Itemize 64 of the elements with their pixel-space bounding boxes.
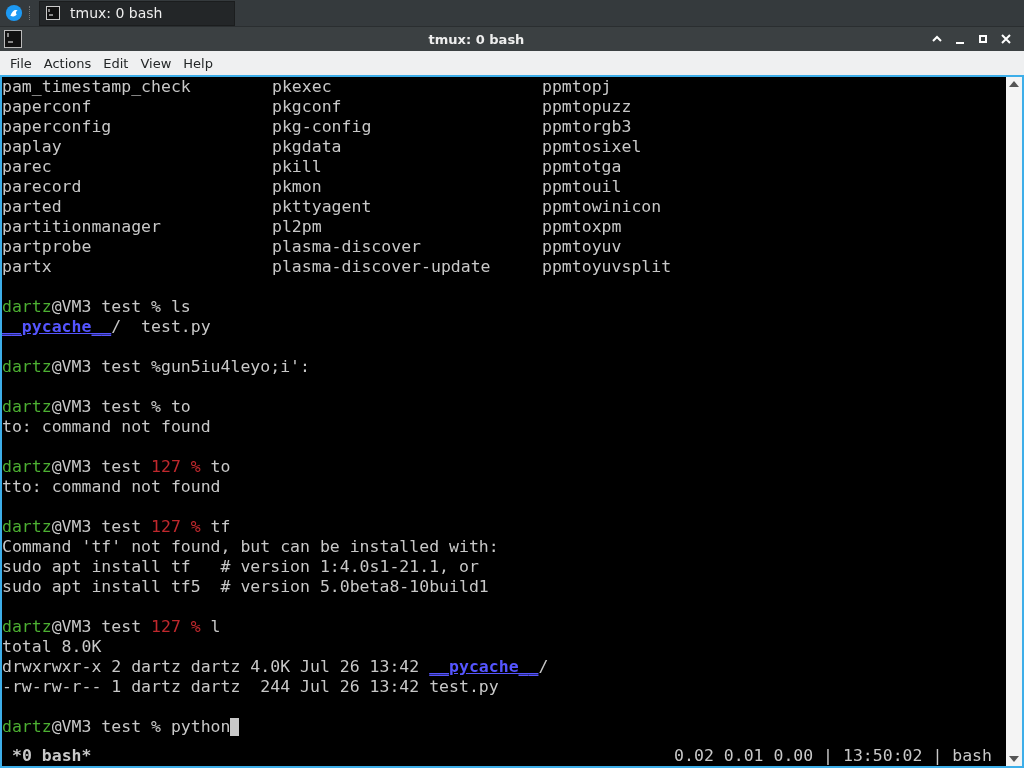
- menu-item[interactable]: View: [134, 55, 178, 71]
- listing-entry: ppmtowinicon: [542, 197, 663, 217]
- terminal-line: drwxrwxr-x 2 dartz dartz 4.0K Jul 26 13:42 __pycache__/: [2, 657, 549, 677]
- menu-item[interactable]: Actions: [37, 55, 98, 71]
- menu-item[interactable]: Help: [177, 55, 219, 71]
- terminal-line: tto: command not found: [2, 477, 221, 497]
- listing-entry: ppmtoxpm: [542, 217, 623, 237]
- listing-entry: paplay: [2, 137, 63, 157]
- listing-entry: paperconfig: [2, 117, 113, 137]
- terminal-line: total 8.0K: [2, 637, 102, 657]
- listing-entry: paperconf: [2, 97, 93, 117]
- listing-entry: ppmtoyuv: [542, 237, 623, 257]
- listing-entry: pkgconf: [272, 97, 343, 117]
- menu-item[interactable]: Edit: [97, 55, 135, 71]
- listing-entry: pkg-config: [272, 117, 373, 137]
- terminal-line: sudo apt install tf # version 1:4.0s1-21.1, or: [2, 557, 479, 577]
- listing-entry: pkill: [272, 157, 323, 177]
- listing-entry: plasma-discover: [272, 237, 422, 257]
- listing-entry: parted: [2, 197, 63, 217]
- terminal-icon: [46, 6, 60, 20]
- terminal-line: __pycache__/ test.py: [2, 317, 211, 337]
- listing-entry: partprobe: [2, 237, 93, 257]
- window-title: tmux: 0 bash: [427, 31, 526, 47]
- listing-entry: pl2pm: [272, 217, 323, 237]
- scrollbar[interactable]: [1006, 77, 1022, 766]
- listing-entry: partx: [2, 257, 53, 277]
- terminal-line: dartz@VM3 test 127 % to: [2, 457, 231, 477]
- terminal-line: dartz@VM3 test 127 % tf: [2, 517, 231, 537]
- launcher-icon[interactable]: [5, 4, 23, 22]
- scroll-up-icon[interactable]: [1009, 81, 1019, 87]
- listing-entry: ppmtotga: [542, 157, 623, 177]
- listing-entry: parec: [2, 157, 53, 177]
- tmux-status-info: 0.02 0.01 0.00 | 13:50:02 | bash: [674, 746, 992, 766]
- listing-entry: ppmtouil: [542, 177, 623, 197]
- listing-entry: pkexec: [272, 77, 333, 97]
- terminal-line: to: command not found: [2, 417, 211, 437]
- listing-entry: parecord: [2, 177, 83, 197]
- terminal-line: dartz@VM3 test %gun5iu4leyo;i':: [2, 357, 310, 377]
- task-button[interactable]: tmux: 0 bash: [39, 0, 235, 26]
- listing-entry: pkmon: [272, 177, 323, 197]
- terminal-line: dartz@VM3 test % to: [2, 397, 191, 417]
- listing-entry: pam_timestamp_check: [2, 77, 192, 97]
- terminal-line: -rw-rw-r-- 1 dartz dartz 244 Jul 26 13:42 test.py: [2, 677, 499, 697]
- listing-entry: plasma-discover-update: [272, 257, 492, 277]
- listing-entry: ppmtorgb3: [542, 117, 633, 137]
- tmux-window-label: *0 bash*: [12, 746, 92, 766]
- terminal-line: dartz@VM3 test 127 % l: [2, 617, 221, 637]
- close-icon[interactable]: [1000, 33, 1012, 45]
- terminal-line: sudo apt install tf5 # version 5.0beta8-10build1: [2, 577, 489, 597]
- terminal-icon: [4, 30, 22, 48]
- terminal-line: dartz@VM3 test % ls: [2, 297, 191, 317]
- listing-entry: partitionmanager: [2, 217, 162, 237]
- listing-entry: ppmtoyuvsplit: [542, 257, 673, 277]
- listing-entry: ppmtosixel: [542, 137, 643, 157]
- listing-entry: pkttyagent: [272, 197, 373, 217]
- terminal-line: Command 'tf' not found, but can be installed with:: [2, 537, 499, 557]
- text-cursor: [230, 718, 240, 736]
- listing-entry: ppmtopj: [542, 77, 613, 97]
- command-line[interactable]: dartz@VM3 test % python: [2, 717, 231, 737]
- menu-item[interactable]: File: [4, 55, 38, 71]
- maximize-icon[interactable]: [977, 33, 989, 45]
- listing-entry: ppmtopuzz: [542, 97, 633, 117]
- scroll-down-icon[interactable]: [1009, 756, 1019, 762]
- listing-entry: pkgdata: [272, 137, 343, 157]
